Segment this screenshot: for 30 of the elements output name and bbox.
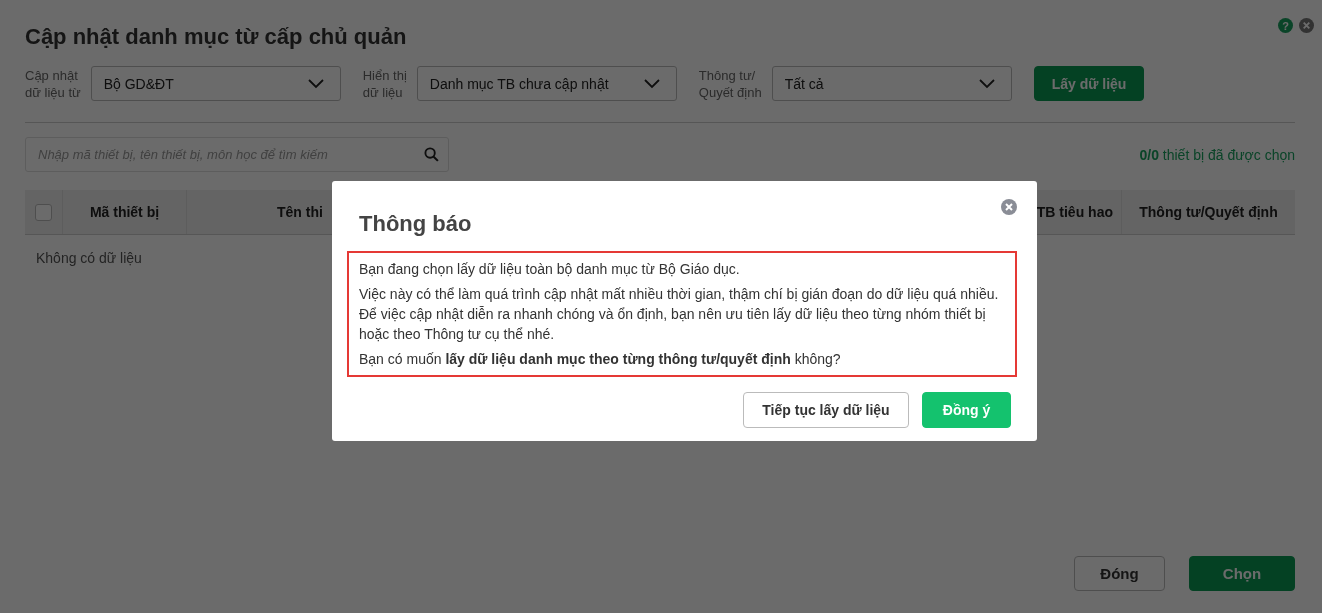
filter-label: Cập nhật dữ liệu từ xyxy=(25,66,81,101)
message-text: Việc này có thể làm quá trình cập nhật mất nhiều thời gian, thậm chí bị gián đoạn do dữ liệu quá nhiều. Để việc cập nhật diễn ra nhanh chóng và ổn định, bạn nên ưu tiên lấy dữ liệu theo từng nhóm thiết bị hoặc theo Thông tư cụ thể nhé. xyxy=(359,285,1000,344)
column-header: TB tiêu hao xyxy=(1036,204,1113,220)
empty-message: Không có dữ liệu xyxy=(35,250,143,266)
modal-title: Thông báo xyxy=(359,211,472,237)
dialog-title: Cập nhật danh mục từ cấp chủ quản xyxy=(25,24,407,50)
select-button[interactable]: Chọn xyxy=(1189,556,1295,591)
close-button[interactable]: Đóng xyxy=(1074,556,1165,591)
dropdown[interactable]: Tất cả xyxy=(771,66,1012,101)
continue-button[interactable]: Tiếp tục lấy dữ liệu xyxy=(743,392,909,428)
confirm-button[interactable]: Đồng ý xyxy=(922,392,1011,428)
chevron-icon xyxy=(307,78,324,89)
message-text: Bạn có muốn lấy dữ liệu danh mục theo từng thông tư/quyết định không? xyxy=(359,350,842,369)
dropdown[interactable]: Bộ GD&ĐT xyxy=(90,66,341,101)
close-icon[interactable] xyxy=(1299,18,1314,33)
close-icon[interactable] xyxy=(1001,199,1017,215)
fetch-data-button[interactable]: Lấy dữ liệu xyxy=(1033,66,1145,101)
selection-count: 0/0 thiết bị đã được chọn xyxy=(1139,146,1295,163)
filter-label: Thông tư/ Quyết định xyxy=(698,66,762,101)
chevron-icon xyxy=(643,78,660,89)
help-icon[interactable]: ? xyxy=(1278,18,1293,33)
select-all-checkbox[interactable] xyxy=(35,203,52,221)
filter-label: Hiển thị dữ liệu xyxy=(362,66,407,101)
dropdown[interactable]: Danh mục TB chưa cập nhật xyxy=(416,66,677,101)
chevron-icon xyxy=(978,78,995,89)
search-icon[interactable] xyxy=(424,147,439,162)
message-text: Bạn đang chọn lấy dữ liệu toàn bộ danh mục từ Bộ Giáo dục. xyxy=(359,260,741,279)
column-header: Tên thi xyxy=(277,204,323,220)
column-header: Mã thiết bị xyxy=(89,204,160,220)
column-header: Thông tư/Quyết định xyxy=(1139,204,1278,220)
